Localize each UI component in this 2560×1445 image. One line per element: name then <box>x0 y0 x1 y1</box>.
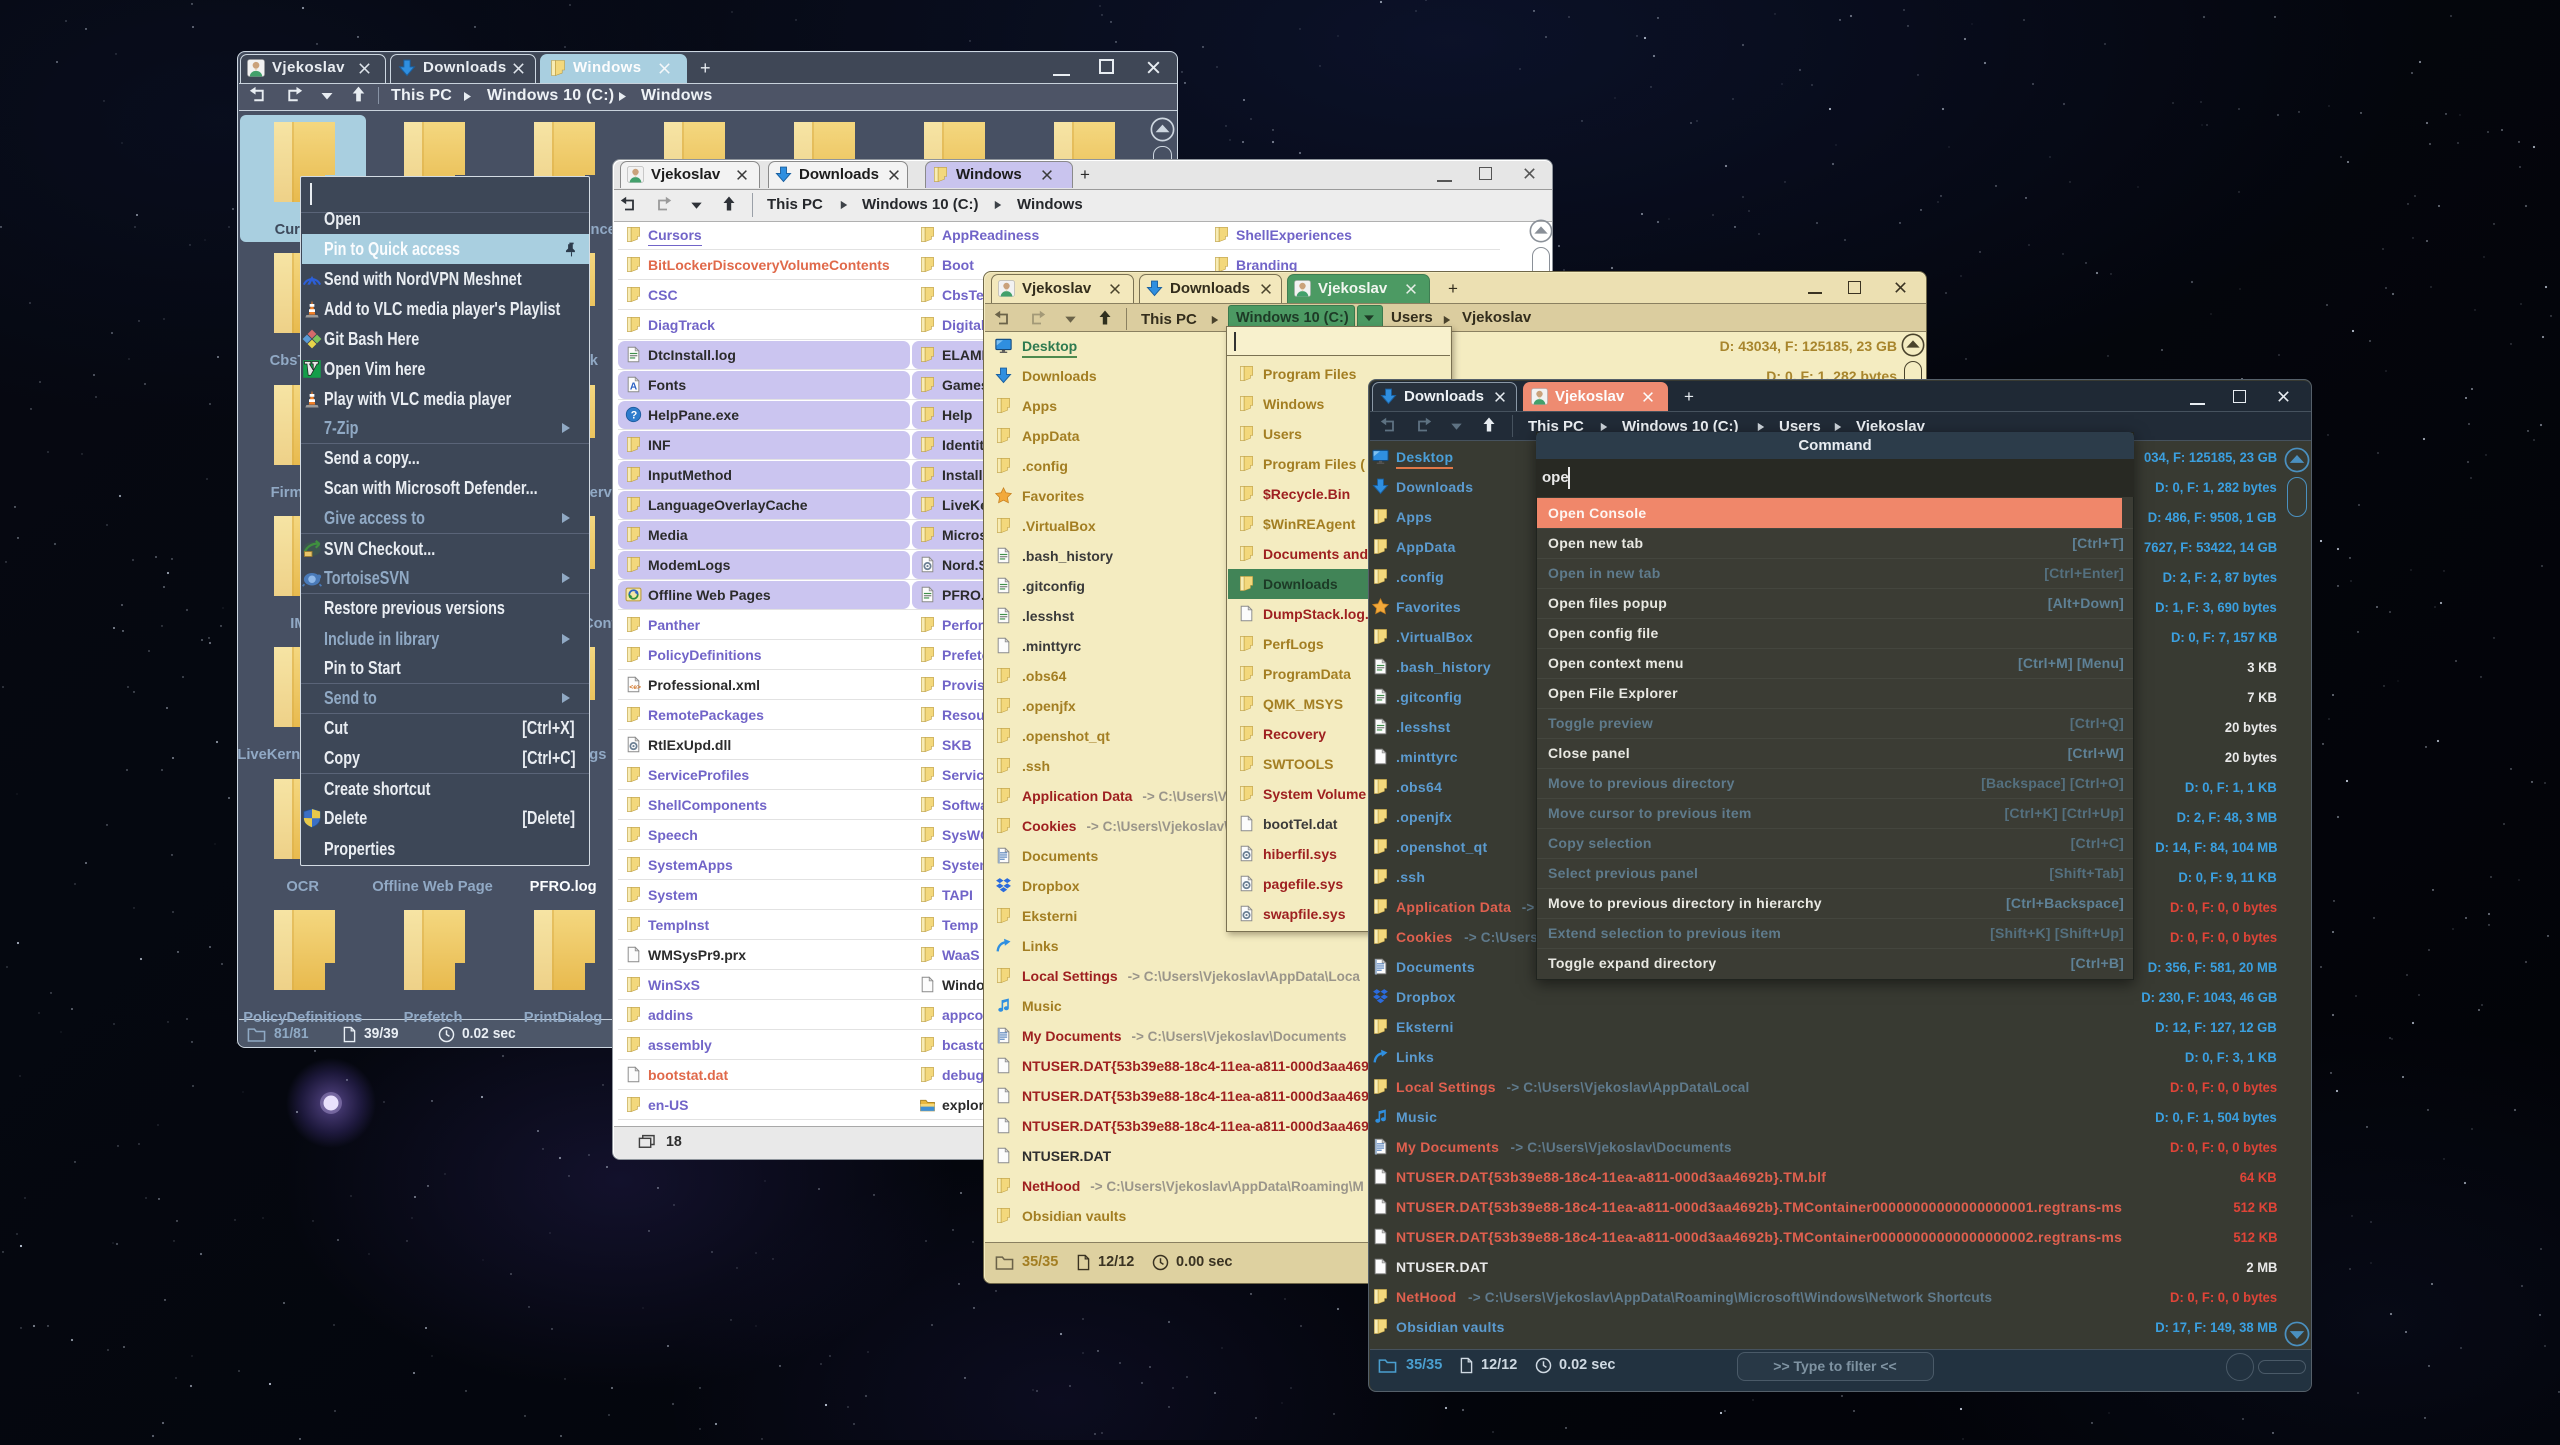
svg-text:?: ? <box>631 409 637 421</box>
svg-text:A: A <box>630 382 638 393</box>
svg-text:<e>: <e> <box>629 684 641 691</box>
